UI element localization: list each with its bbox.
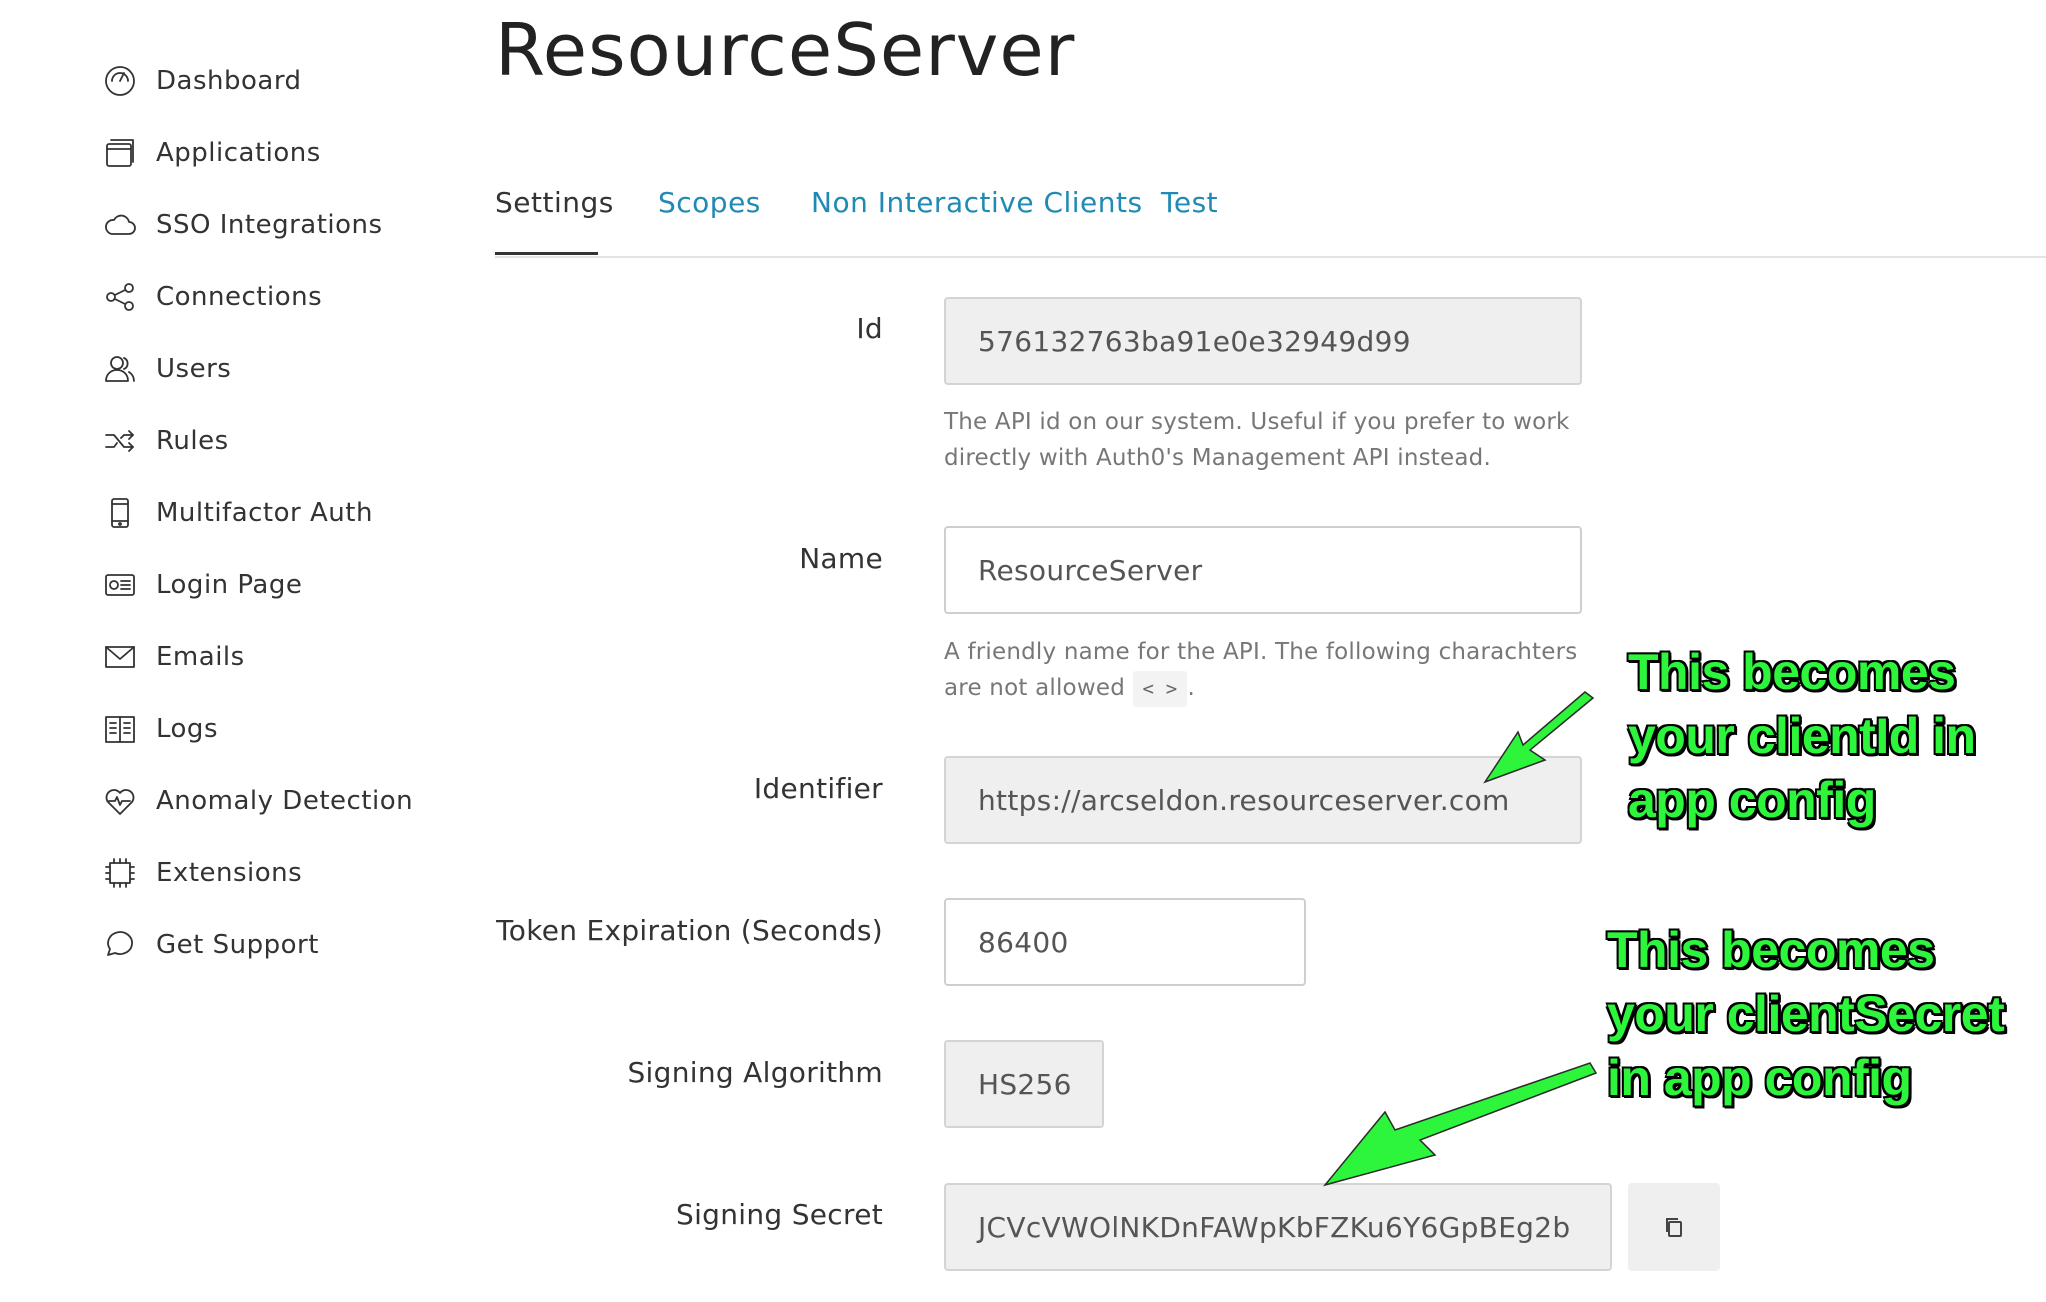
annotation-line: your clientSecret: [1607, 986, 2005, 1042]
sidebar-item-label: Applications: [156, 138, 321, 168]
users-icon: [102, 351, 138, 387]
name-help-suffix: .: [1187, 675, 1195, 701]
id-field[interactable]: 576132763ba91e0e32949d99: [944, 297, 1582, 385]
name-field[interactable]: ResourceServer: [944, 526, 1582, 614]
name-label: Name: [799, 542, 883, 575]
connections-icon: [102, 279, 138, 315]
client-secret-annotation: This becomes your clientSecret in app co…: [1607, 918, 2005, 1110]
id-help-text: The API id on our system. Useful if you …: [944, 409, 1570, 471]
cloud-icon: [102, 207, 138, 243]
sidebar-item-label: Logs: [156, 714, 218, 744]
tab-bar: Settings Scopes Non Interactive Clients …: [495, 180, 2046, 258]
signing-algorithm-label: Signing Algorithm: [627, 1056, 883, 1089]
annotation-line: app config: [1628, 772, 1876, 828]
dashboard-icon: [102, 63, 138, 99]
signing-secret-label: Signing Secret: [676, 1198, 883, 1231]
tab-scopes[interactable]: Scopes: [658, 186, 761, 219]
sidebar-item-label: Rules: [156, 426, 229, 456]
annotation-line: your clientId in: [1628, 708, 1976, 764]
copy-icon: [1662, 1215, 1686, 1239]
sidebar-item-label: Connections: [156, 282, 323, 312]
page-title: ResourceServer: [495, 8, 1076, 92]
annotation-line: This becomes: [1628, 644, 1956, 700]
signing-secret-field[interactable]: JCVcVWOlNKDnFAWpKbFZKu6Y6GpBEg2b: [944, 1183, 1612, 1271]
sidebar-item-label: Users: [156, 354, 232, 384]
sidebar-item-emails[interactable]: Emails: [102, 632, 245, 682]
sidebar-item-multifactor-auth[interactable]: Multifactor Auth: [102, 488, 373, 538]
token-expiration-field[interactable]: 86400: [944, 898, 1306, 986]
sidebar-item-anomaly-detection[interactable]: Anomaly Detection: [102, 776, 413, 826]
sidebar-item-label: Dashboard: [156, 66, 302, 96]
name-help-prefix: A friendly name for the API. The followi…: [944, 639, 1578, 701]
client-secret-arrow: [1322, 1062, 1598, 1187]
sidebar-item-applications[interactable]: Applications: [102, 128, 321, 178]
tab-settings[interactable]: Settings: [495, 186, 614, 219]
copy-secret-button[interactable]: [1628, 1183, 1720, 1271]
applications-icon: [102, 135, 138, 171]
identifier-label: Identifier: [753, 772, 883, 805]
annotation-line: This becomes: [1607, 922, 1935, 978]
name-help-text: A friendly name for the API. The followi…: [944, 634, 1604, 707]
sidebar: Dashboard Applications SSO Integrations …: [0, 0, 470, 1302]
sidebar-item-rules[interactable]: Rules: [102, 416, 229, 466]
sidebar-item-get-support[interactable]: Get Support: [102, 920, 319, 970]
shuffle-icon: [102, 423, 138, 459]
sidebar-item-label: Get Support: [156, 930, 319, 960]
client-id-annotation: This becomes your clientId in app config: [1628, 640, 1976, 832]
annotation-line: in app config: [1607, 1050, 1912, 1106]
phone-icon: [102, 495, 138, 531]
sidebar-item-extensions[interactable]: Extensions: [102, 848, 302, 898]
sidebar-item-users[interactable]: Users: [102, 344, 231, 394]
tab-non-interactive-clients[interactable]: Non Interactive Clients: [811, 186, 1143, 219]
sidebar-item-label: Anomaly Detection: [156, 786, 414, 816]
mail-icon: [102, 639, 138, 675]
active-tab-indicator: [495, 252, 598, 255]
book-icon: [102, 711, 138, 747]
token-expiration-label: Token Expiration (Seconds): [496, 914, 883, 947]
sidebar-item-sso-integrations[interactable]: SSO Integrations: [102, 200, 383, 250]
heart-pulse-icon: [102, 783, 138, 819]
chat-bubble-icon: [102, 927, 138, 963]
tab-test[interactable]: Test: [1161, 186, 1218, 219]
sidebar-item-dashboard[interactable]: Dashboard: [102, 56, 302, 106]
id-label: Id: [856, 312, 883, 345]
sidebar-item-label: Extensions: [156, 858, 303, 888]
sidebar-item-connections[interactable]: Connections: [102, 272, 322, 322]
id-card-icon: [102, 567, 138, 603]
sidebar-item-label: SSO Integrations: [156, 210, 383, 240]
sidebar-item-label: Emails: [156, 642, 245, 672]
chip-icon: [102, 855, 138, 891]
disallowed-chars-chip: < >: [1132, 671, 1188, 707]
sidebar-item-label: Login Page: [156, 570, 303, 600]
signing-algorithm-field[interactable]: HS256: [944, 1040, 1104, 1128]
sidebar-item-login-page[interactable]: Login Page: [102, 560, 302, 610]
sidebar-item-logs[interactable]: Logs: [102, 704, 218, 754]
sidebar-item-label: Multifactor Auth: [156, 498, 373, 528]
identifier-field[interactable]: https://arcseldon.resourceserver.com: [944, 756, 1582, 844]
